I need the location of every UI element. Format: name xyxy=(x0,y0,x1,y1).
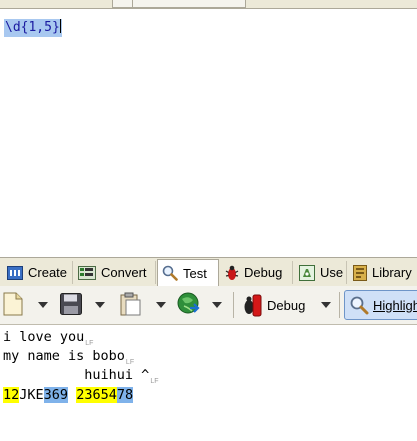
chevron-down-icon xyxy=(95,302,105,308)
new-file-button[interactable] xyxy=(3,292,23,318)
chevron-down-icon xyxy=(321,302,331,308)
top-tab-strip xyxy=(0,0,417,9)
line-text: huihui ^ xyxy=(3,367,150,383)
tab-convert[interactable]: Convert xyxy=(74,261,156,284)
floppy-disk-icon xyxy=(60,292,82,318)
toolbar-separator xyxy=(233,292,234,318)
match-highlight: 369 xyxy=(43,387,69,403)
web-dropdown[interactable] xyxy=(212,292,222,318)
regex-selection[interactable]: \d{1,5} xyxy=(4,19,62,37)
magnifier-icon xyxy=(162,265,178,281)
match-highlight: 23654 xyxy=(76,387,117,403)
library-icon xyxy=(353,264,367,281)
line-text xyxy=(68,387,76,403)
line-text: JKE xyxy=(19,387,44,403)
match-highlight: 78 xyxy=(116,387,134,403)
convert-icon xyxy=(78,265,96,280)
highlight-label: Highlight xyxy=(373,297,417,313)
test-text-area[interactable]: i love youLF my name is boboLF huihui ^L… xyxy=(0,325,417,441)
tab-debug[interactable]: Debug xyxy=(221,261,293,284)
line-text: i love you xyxy=(3,329,85,345)
paste-button[interactable] xyxy=(120,292,142,318)
tab-create[interactable]: Create xyxy=(3,261,73,284)
create-icon xyxy=(7,265,23,280)
debug-button[interactable]: Debug xyxy=(240,292,305,318)
regex-expression: \d{1,5} xyxy=(5,20,60,35)
clipped-tab-left[interactable] xyxy=(112,0,134,8)
chevron-down-icon xyxy=(156,302,166,308)
tab-label: Library xyxy=(372,265,412,280)
test-toolbar: Debug Highlight xyxy=(0,286,417,325)
new-file-icon xyxy=(3,292,23,319)
use-icon xyxy=(299,264,315,281)
tab-use[interactable]: Use xyxy=(295,261,347,284)
web-button[interactable] xyxy=(176,292,202,318)
debug-dropdown[interactable] xyxy=(321,292,331,318)
chevron-down-icon xyxy=(212,302,222,308)
tab-label: Test xyxy=(183,265,207,281)
match-highlight: 12 xyxy=(3,387,20,403)
tab-library[interactable]: Library xyxy=(349,261,417,284)
new-file-dropdown[interactable] xyxy=(38,292,48,318)
magnifier-icon xyxy=(349,295,369,315)
save-button[interactable] xyxy=(60,292,82,318)
highlight-button[interactable]: Highlight xyxy=(344,290,417,320)
clipped-tab-middle[interactable] xyxy=(132,0,246,8)
bug-icon xyxy=(240,293,264,317)
line-feed-marker: LF xyxy=(150,378,159,385)
test-line-4: 12JKE369 2365478 xyxy=(3,386,134,405)
regex-editor[interactable]: \d{1,5} xyxy=(0,9,417,255)
debug-label: Debug xyxy=(267,297,306,313)
save-dropdown[interactable] xyxy=(95,292,105,318)
line-text: my name is bobo xyxy=(3,348,125,364)
tab-label: Debug xyxy=(244,265,283,280)
paste-icon xyxy=(120,292,142,319)
globe-arrow-icon xyxy=(176,291,202,320)
toolbar-separator xyxy=(339,292,340,318)
tab-test[interactable]: Test xyxy=(157,259,219,286)
tab-label: Convert xyxy=(101,265,147,280)
chevron-down-icon xyxy=(38,302,48,308)
tab-bar: Create Convert Test Debug Use Library xyxy=(0,257,417,287)
tab-label: Use xyxy=(320,265,344,280)
tab-label: Create xyxy=(28,265,68,280)
paste-dropdown[interactable] xyxy=(156,292,166,318)
bug-icon xyxy=(225,265,239,281)
text-caret xyxy=(59,19,61,33)
